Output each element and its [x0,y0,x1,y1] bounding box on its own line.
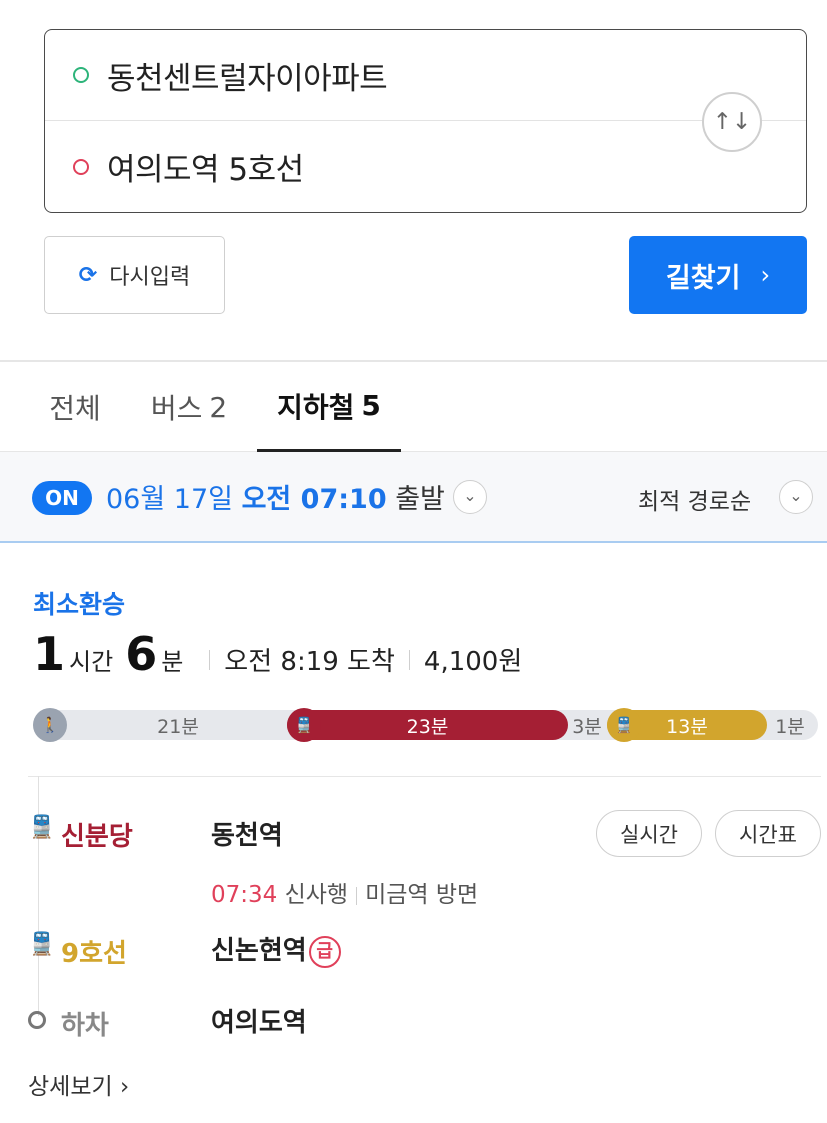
chevron-down-icon[interactable]: ⌄ [453,480,487,514]
find-route-button[interactable]: 길찾기 › [629,236,807,314]
origin-field[interactable]: 동천센트럴자이아파트 [45,30,806,121]
exit-ring-icon [28,1007,46,1032]
tab-all[interactable]: 전체 [30,362,120,452]
destination-field[interactable]: 여의도역 5호선 [45,121,806,212]
info-separator [356,886,358,905]
fare: 4,100원 [423,647,523,677]
destination-text[interactable]: 여의도역 5호선 [107,144,304,189]
train-info: 07:34 신사행 미금역 방면 [211,875,478,909]
transport-tabs: 전체 버스 2 지하철 5 [0,362,827,452]
subway-icon: 🚆 [607,708,641,742]
tab-subway-label: 지하철 [277,390,355,424]
reset-label: 다시입력 [109,265,191,290]
tab-subway[interactable]: 지하철 5 [257,362,401,452]
tab-bus-count: 2 [209,390,228,424]
sort-chevron-down-icon[interactable]: ⌄ [779,480,813,514]
route-card[interactable]: 최소환승 1 시간 6 분 오전 8:19 도착 4,100원 21분 23분 … [0,545,827,1123]
tab-bus[interactable]: 버스 2 [134,362,244,452]
chevron-right-icon: › [119,1074,130,1100]
summary-separator [209,650,211,670]
train-arrival-time: 07:34 [211,882,278,908]
tab-all-label: 전체 [49,392,101,425]
segment-walk: 21분 [157,715,199,738]
step-station: 동천역 [211,821,283,851]
route-connector-line [38,776,39,1016]
step-line-name: 하차 [61,1011,109,1041]
tab-subway-count: 5 [361,389,381,422]
subway-icon: 🚆 [28,932,56,957]
train-direction: 신사행 [284,882,349,908]
origin-dot-icon [73,67,89,83]
find-route-label: 길찾기 [665,262,741,294]
departure-date: 06월 17일 [106,484,233,515]
segment-sinbundang: 23분 [287,710,568,740]
on-badge[interactable]: ON [32,481,92,515]
route-divider [28,776,821,777]
departure-time[interactable]: 06월 17일 오전 07:10 출발 [106,477,445,516]
express-badge: 급 [308,935,341,968]
swap-arrows-icon: ↑↓ [712,109,752,135]
segment-transfer: 3분 [572,715,602,738]
chevron-right-icon: › [760,261,771,289]
tab-bus-label: 버스 [150,392,203,425]
step-station-name: 신논현역 [211,936,307,966]
duration-minutes-unit: 분 [161,648,184,676]
detail-label: 상세보기 [28,1074,113,1100]
refresh-icon: ⟳ [78,262,98,288]
arrival-time: 오전 8:19 도착 [224,647,395,677]
route-search-box: 동천센트럴자이아파트 여의도역 5호선 ↑↓ [44,29,807,213]
train-next-station: 미금역 방면 [365,882,479,908]
origin-text[interactable]: 동천센트럴자이아파트 [107,53,388,98]
reset-button[interactable]: ⟳ 다시입력 [44,236,225,314]
destination-dot-icon [73,158,89,175]
departure-bar: ON 06월 17일 오전 07:10 출발 ⌄ 최적 경로순 ⌄ [0,452,827,543]
walk-icon: 🚶 [33,708,67,742]
realtime-button[interactable]: 실시간 [596,810,702,857]
step-station: 신논현역 급 [211,930,341,968]
duration-hours: 1 [33,627,66,681]
subway-icon: 🚆 [28,815,56,840]
timetable-button[interactable]: 시간표 [715,810,821,857]
departure-clock: 오전 07:10 [241,484,387,515]
route-summary: 1 시간 6 분 오전 8:19 도착 4,100원 [33,627,522,681]
duration-hours-unit: 시간 [69,648,114,676]
step-line-name: 신분당 [61,822,133,852]
subway-icon: 🚆 [287,708,321,742]
departure-suffix: 출발 [395,484,445,515]
segment-timeline: 21분 23분 3분 13분 1분 🚶 🚆 🚆 [33,708,818,742]
summary-separator [408,650,410,670]
detail-link[interactable]: 상세보기 › [28,1067,129,1101]
duration-minutes: 6 [125,627,158,681]
sort-order-label[interactable]: 최적 경로순 [638,482,751,516]
step-station: 여의도역 [211,1008,307,1038]
swap-direction-button[interactable]: ↑↓ [702,92,762,152]
route-type-label: 최소환승 [33,590,126,619]
step-line-name: 9호선 [61,939,127,969]
segment-final-walk: 1분 [775,715,805,738]
